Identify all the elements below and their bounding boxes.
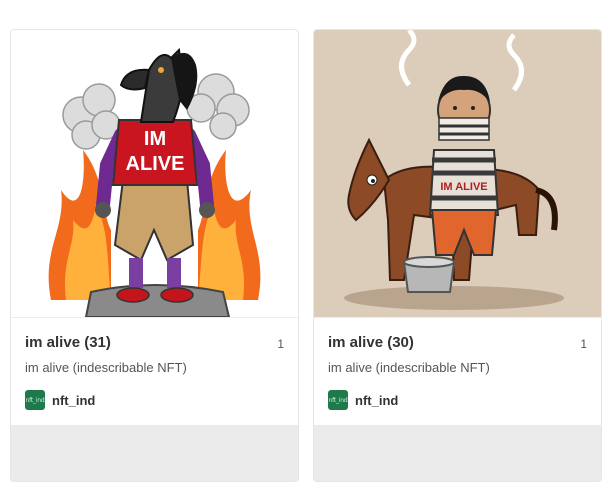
nft-grid: IM ALIVE im alive (31) 1 im alive (indes…	[0, 0, 613, 491]
nft-description: im alive (indescribable NFT)	[328, 360, 490, 375]
nft-card[interactable]: IM ALIVE im alive (30) 1 im alive (indes…	[313, 29, 602, 482]
nft-image[interactable]: IM ALIVE	[11, 30, 298, 317]
owner[interactable]: nft_ind nft_ind	[328, 390, 398, 410]
avatar: nft_ind	[25, 390, 45, 410]
edition-count: 1	[277, 337, 284, 351]
nft-image[interactable]: IM ALIVE	[314, 30, 601, 317]
nft-title[interactable]: im alive (30)	[328, 334, 414, 351]
card-footer	[11, 425, 298, 481]
card-info: im alive (30) 1 im alive (indescribable …	[314, 317, 601, 425]
nft-description: im alive (indescribable NFT)	[25, 360, 187, 375]
nft-card[interactable]: IM ALIVE im alive (31) 1 im alive (indes…	[10, 29, 299, 482]
owner-name[interactable]: nft_ind	[52, 393, 95, 408]
card-info: im alive (31) 1 im alive (indescribable …	[11, 317, 298, 425]
card-footer	[314, 425, 601, 481]
shirt-text-line2: ALIVE	[126, 153, 185, 175]
edition-count: 1	[580, 337, 587, 351]
shirt-text-line1: IM	[144, 128, 166, 150]
avatar-label: nft_ind	[25, 396, 45, 404]
owner[interactable]: nft_ind nft_ind	[25, 390, 95, 410]
owner-name[interactable]: nft_ind	[355, 393, 398, 408]
avatar: nft_ind	[328, 390, 348, 410]
nft-title[interactable]: im alive (31)	[25, 334, 111, 351]
avatar-label: nft_ind	[328, 396, 348, 404]
shirt-text: IM ALIVE	[440, 181, 487, 193]
